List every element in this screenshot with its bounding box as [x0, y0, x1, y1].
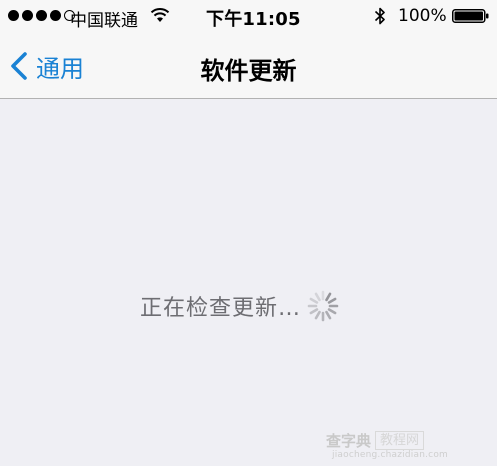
signal-dot — [36, 10, 47, 21]
activity-spinner-icon — [307, 290, 339, 322]
navigation-bar: 通用 软件更新 — [0, 33, 497, 99]
checking-updates-label: 正在检查更新… — [140, 296, 302, 321]
signal-strength-icon — [8, 10, 75, 21]
watermark-tag: 教程网 — [375, 431, 425, 450]
spinner-spoke — [325, 310, 332, 320]
status-time: 下午11:05 — [206, 9, 301, 30]
wifi-icon — [150, 8, 170, 22]
spinner-spoke — [309, 297, 319, 304]
update-check-status: 正在检查更新… — [140, 290, 339, 322]
spinner-spoke — [309, 308, 319, 315]
watermark-url: jiaocheng.chazidian.com — [332, 450, 448, 460]
watermark-site-name: 查字典 — [326, 432, 372, 450]
main-content: 正在检查更新… — [0, 100, 497, 466]
signal-dot — [50, 10, 61, 21]
spinner-spoke — [327, 308, 337, 315]
spinner-spoke — [327, 297, 337, 304]
spinner-spoke — [325, 292, 332, 302]
spinner-spoke — [314, 292, 321, 302]
status-bar: 中国联通 下午11:05 100% — [0, 0, 497, 33]
bluetooth-icon — [374, 7, 385, 25]
battery-percentage: 100% — [398, 6, 447, 26]
watermark: 查字典 教程网 jiaocheng.chazidian.com — [326, 430, 491, 462]
page-title: 软件更新 — [200, 57, 297, 85]
signal-dot — [22, 10, 33, 21]
spinner-spoke — [314, 310, 321, 320]
signal-dot — [8, 10, 19, 21]
battery-icon — [452, 9, 489, 23]
carrier-name: 中国联通 — [70, 11, 138, 31]
